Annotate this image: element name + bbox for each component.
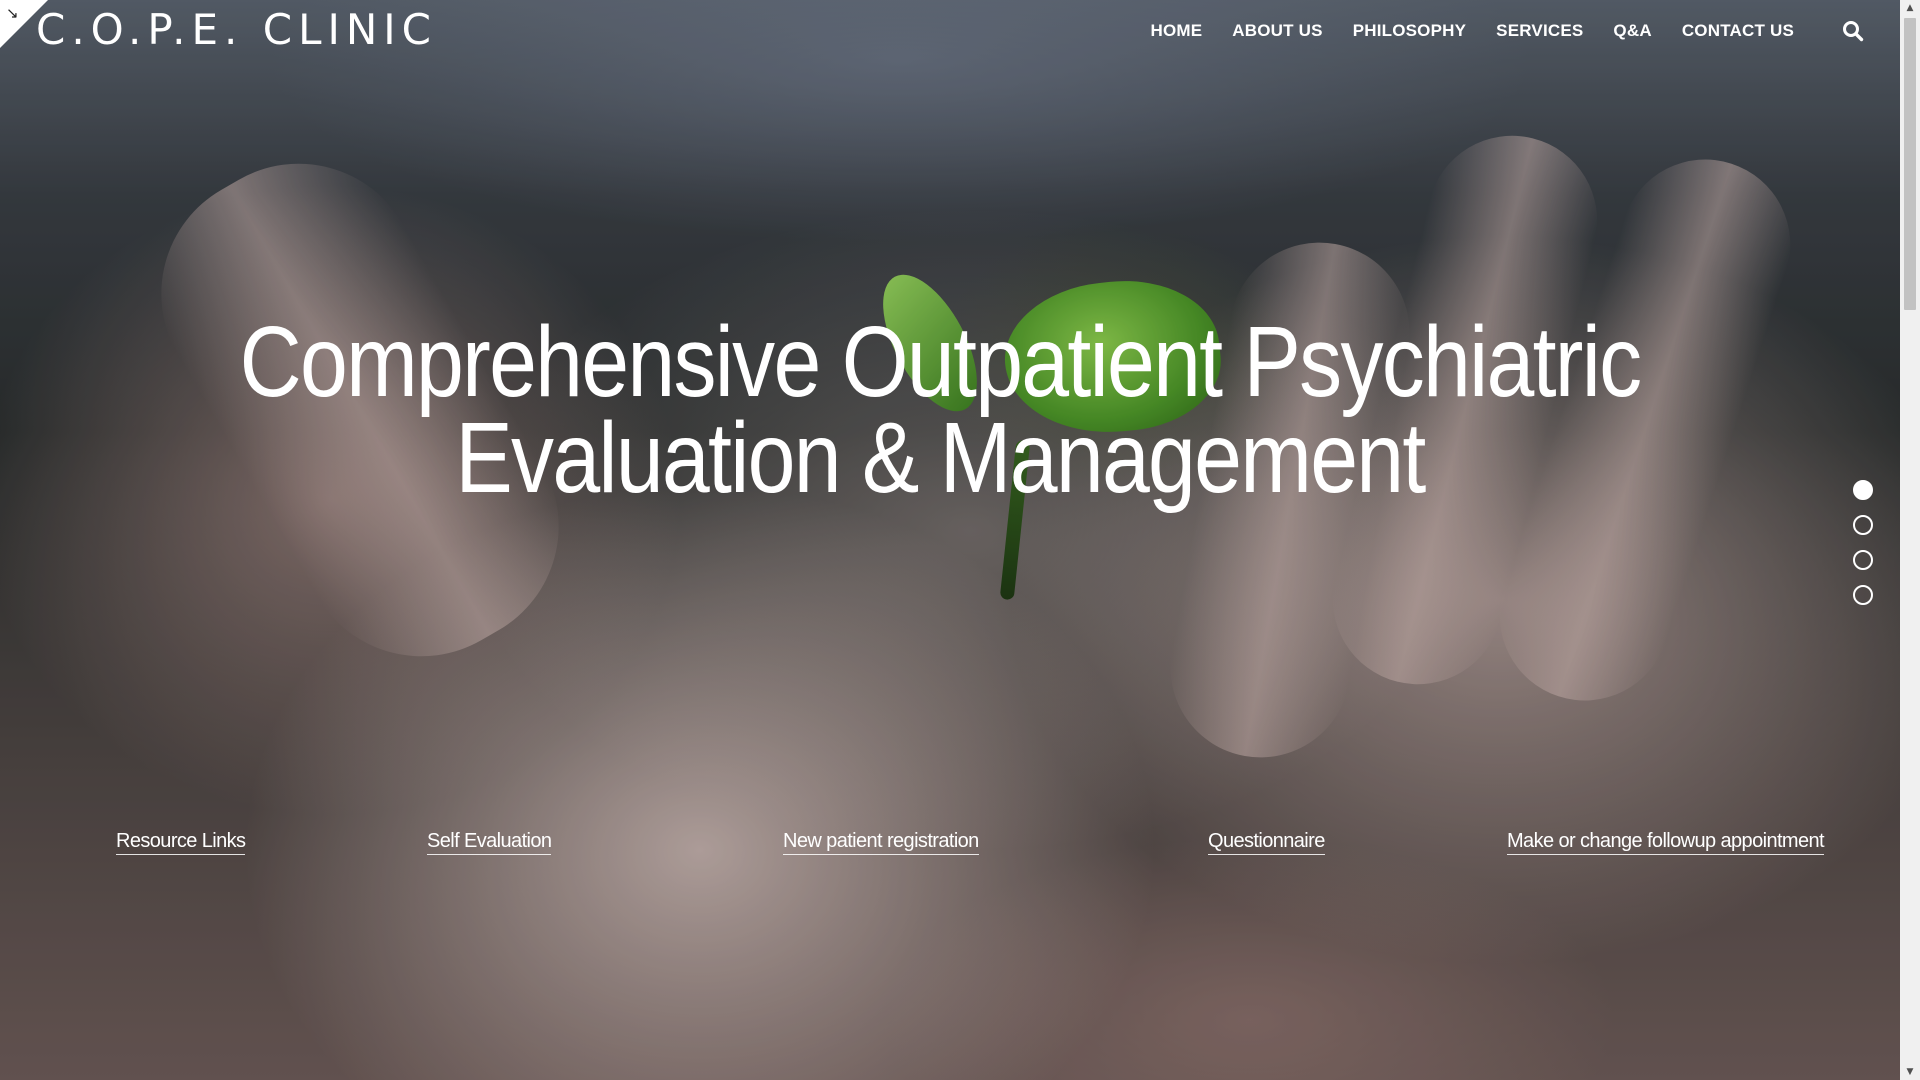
- expand-arrow-icon[interactable]: ↘: [6, 4, 24, 22]
- hero-overlay: [0, 0, 1900, 1080]
- slider-pagination: [1853, 480, 1875, 620]
- nav-item-qa[interactable]: Q&A: [1613, 16, 1651, 46]
- nav-item-contact-us[interactable]: CONTACT US: [1682, 16, 1794, 46]
- slider-dot[interactable]: [1853, 515, 1873, 535]
- link-questionnaire[interactable]: Questionnaire: [1208, 828, 1325, 855]
- link-followup-appointment[interactable]: Make or change followup appointment: [1507, 828, 1825, 855]
- link-self-evaluation[interactable]: Self Evaluation: [427, 828, 552, 855]
- scroll-down-arrow-icon[interactable]: ▼: [1900, 1064, 1920, 1080]
- slider-dot[interactable]: [1853, 550, 1873, 570]
- link-new-patient-registration[interactable]: New patient registration: [783, 828, 979, 855]
- hero-title-line-2: Evaluation & Management: [455, 402, 1426, 514]
- slider-dot[interactable]: [1853, 480, 1873, 500]
- page: ↘ C.O.P.E. CLINIC HOME ABOUT US PHILOSOP…: [0, 0, 1920, 1080]
- quick-links-bar: Resource Links Self Evaluation New patie…: [0, 828, 1900, 858]
- link-resource-links[interactable]: Resource Links: [116, 828, 246, 855]
- nav-item-home[interactable]: HOME: [1150, 16, 1202, 46]
- nav-item-services[interactable]: SERVICES: [1496, 16, 1583, 46]
- main-nav: HOME ABOUT US PHILOSOPHY SERVICES Q&A CO…: [1150, 16, 1794, 46]
- vertical-scrollbar[interactable]: ▲ ▼: [1900, 0, 1920, 1080]
- site-logo[interactable]: C.O.P.E. CLINIC: [36, 4, 437, 56]
- search-icon[interactable]: [1842, 20, 1864, 42]
- scroll-up-arrow-icon[interactable]: ▲: [1900, 0, 1920, 16]
- slider-dot[interactable]: [1853, 585, 1873, 605]
- hero-title: Comprehensive Outpatient Psychiatric Eva…: [132, 312, 1749, 508]
- nav-item-philosophy[interactable]: PHILOSOPHY: [1353, 16, 1466, 46]
- nav-item-about-us[interactable]: ABOUT US: [1232, 16, 1322, 46]
- scrollbar-thumb[interactable]: [1904, 18, 1916, 310]
